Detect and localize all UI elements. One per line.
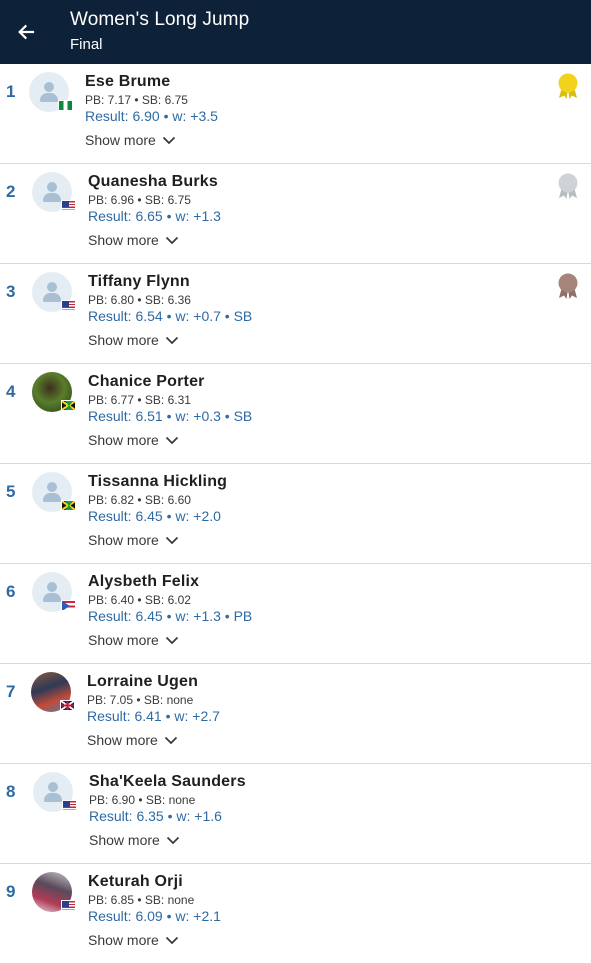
rank-number: 7	[6, 682, 16, 701]
athlete-stats: PB: 6.77 • SB: 6.31	[88, 393, 191, 407]
chevron-down-icon	[165, 236, 178, 244]
athlete-stats: PB: 6.85 • SB: none	[88, 893, 195, 907]
result-row[interactable]: 4 Chanice Porter PB: 6.77 • SB: 6.31 Res…	[0, 364, 591, 464]
athlete-stats: PB: 6.90 • SB: none	[89, 793, 196, 807]
result-row[interactable]: 3 Tiffany Flynn PB: 6.80 • SB: 6.36 Resu…	[0, 264, 591, 364]
chevron-down-icon	[165, 936, 178, 944]
show-more-button[interactable]: Show more	[85, 132, 176, 148]
athlete-name: Chanice Porter	[88, 373, 205, 390]
result-row[interactable]: 8 Sha'Keela Saunders PB: 6.90 • SB: none…	[0, 764, 591, 864]
chevron-down-icon	[166, 836, 179, 844]
result-row[interactable]: 9 Keturah Orji PB: 6.85 • SB: none Resul…	[0, 864, 591, 964]
show-more-button[interactable]: Show more	[88, 332, 179, 348]
athlete-result: Result: 6.54 • w: +0.7 • SB	[88, 308, 253, 324]
gold-medal-icon	[558, 73, 578, 99]
show-more-button[interactable]: Show more	[89, 832, 180, 848]
result-row[interactable]: 7 Lorraine Ugen PB: 7.05 • SB: none Resu…	[0, 664, 591, 764]
athlete-name: Quanesha Burks	[88, 173, 218, 190]
chevron-down-icon	[165, 536, 178, 544]
silver-medal-icon	[558, 173, 578, 199]
athlete-name: Tissanna Hickling	[88, 473, 228, 490]
athlete-stats: PB: 6.82 • SB: 6.60	[88, 493, 191, 507]
arrow-left-icon	[18, 24, 35, 40]
chevron-down-icon	[165, 436, 178, 444]
show-more-button[interactable]: Show more	[88, 232, 179, 248]
app-bar: Women's Long Jump Final	[0, 0, 591, 64]
rank-number: 1	[6, 82, 16, 101]
athlete-stats: PB: 7.17 • SB: 6.75	[85, 93, 188, 107]
athlete-stats: PB: 6.96 • SB: 6.75	[88, 193, 191, 207]
show-more-button[interactable]: Show more	[88, 432, 179, 448]
page-title: Women's Long Jump	[70, 9, 250, 30]
results-list: 1 Ese Brume PB: 7.17 • SB: 6.75 Result: …	[0, 64, 591, 964]
athlete-name: Keturah Orji	[88, 873, 183, 890]
athlete-name: Ese Brume	[85, 73, 171, 90]
show-more-label: Show more	[85, 132, 156, 148]
page-subtitle: Final	[70, 36, 103, 53]
athlete-result: Result: 6.35 • w: +1.6	[89, 808, 222, 824]
athlete-result: Result: 6.51 • w: +0.3 • SB	[88, 408, 253, 424]
usa-flag-icon	[62, 800, 77, 811]
chevron-down-icon	[165, 636, 178, 644]
rank-number: 6	[6, 582, 16, 601]
show-more-label: Show more	[89, 832, 160, 848]
athlete-result: Result: 6.45 • w: +2.0	[88, 508, 221, 524]
athlete-result: Result: 6.09 • w: +2.1	[88, 908, 221, 924]
result-row[interactable]: 5 Tissanna Hickling PB: 6.82 • SB: 6.60 …	[0, 464, 591, 564]
rank-number: 5	[6, 482, 16, 501]
show-more-label: Show more	[88, 932, 159, 948]
show-more-label: Show more	[88, 432, 159, 448]
show-more-button[interactable]: Show more	[88, 632, 179, 648]
jamaica-flag-icon	[61, 400, 76, 411]
bronze-medal-icon	[558, 273, 578, 299]
chevron-down-icon	[165, 336, 178, 344]
show-more-label: Show more	[88, 332, 159, 348]
athlete-result: Result: 6.65 • w: +1.3	[88, 208, 221, 224]
show-more-label: Show more	[87, 732, 158, 748]
athlete-stats: PB: 6.40 • SB: 6.02	[88, 593, 191, 607]
show-more-button[interactable]: Show more	[88, 932, 179, 948]
show-more-label: Show more	[88, 532, 159, 548]
athlete-result: Result: 6.45 • w: +1.3 • PB	[88, 608, 253, 624]
athlete-name: Alysbeth Felix	[88, 573, 200, 590]
rank-number: 3	[6, 282, 16, 301]
show-more-button[interactable]: Show more	[88, 532, 179, 548]
rank-number: 8	[6, 782, 16, 801]
uk-flag-icon	[60, 700, 75, 711]
rank-number: 9	[6, 882, 16, 901]
jamaica-flag-icon	[61, 500, 76, 511]
usa-flag-icon	[61, 900, 76, 911]
show-more-button[interactable]: Show more	[87, 732, 178, 748]
chevron-down-icon	[164, 736, 177, 744]
chevron-down-icon	[162, 136, 175, 144]
usa-flag-icon	[61, 300, 76, 311]
athlete-result: Result: 6.90 • w: +3.5	[85, 108, 218, 124]
athlete-name: Lorraine Ugen	[87, 673, 199, 690]
athlete-stats: PB: 7.05 • SB: none	[87, 693, 194, 707]
rank-number: 2	[6, 182, 16, 201]
show-more-label: Show more	[88, 632, 159, 648]
puerto-rico-flag-icon	[61, 600, 76, 611]
athlete-stats: PB: 6.80 • SB: 6.36	[88, 293, 191, 307]
result-row[interactable]: 2 Quanesha Burks PB: 6.96 • SB: 6.75 Res…	[0, 164, 591, 264]
rank-number: 4	[6, 382, 16, 401]
nigeria-flag-icon	[58, 100, 73, 111]
back-button[interactable]	[10, 16, 42, 48]
athlete-name: Tiffany Flynn	[88, 273, 190, 290]
usa-flag-icon	[61, 200, 76, 211]
athlete-name: Sha'Keela Saunders	[89, 773, 246, 790]
show-more-label: Show more	[88, 232, 159, 248]
athlete-result: Result: 6.41 • w: +2.7	[87, 708, 220, 724]
result-row[interactable]: 6 Alysbeth Felix PB: 6.40 • SB: 6.02 Res…	[0, 564, 591, 664]
result-row[interactable]: 1 Ese Brume PB: 7.17 • SB: 6.75 Result: …	[0, 64, 591, 164]
